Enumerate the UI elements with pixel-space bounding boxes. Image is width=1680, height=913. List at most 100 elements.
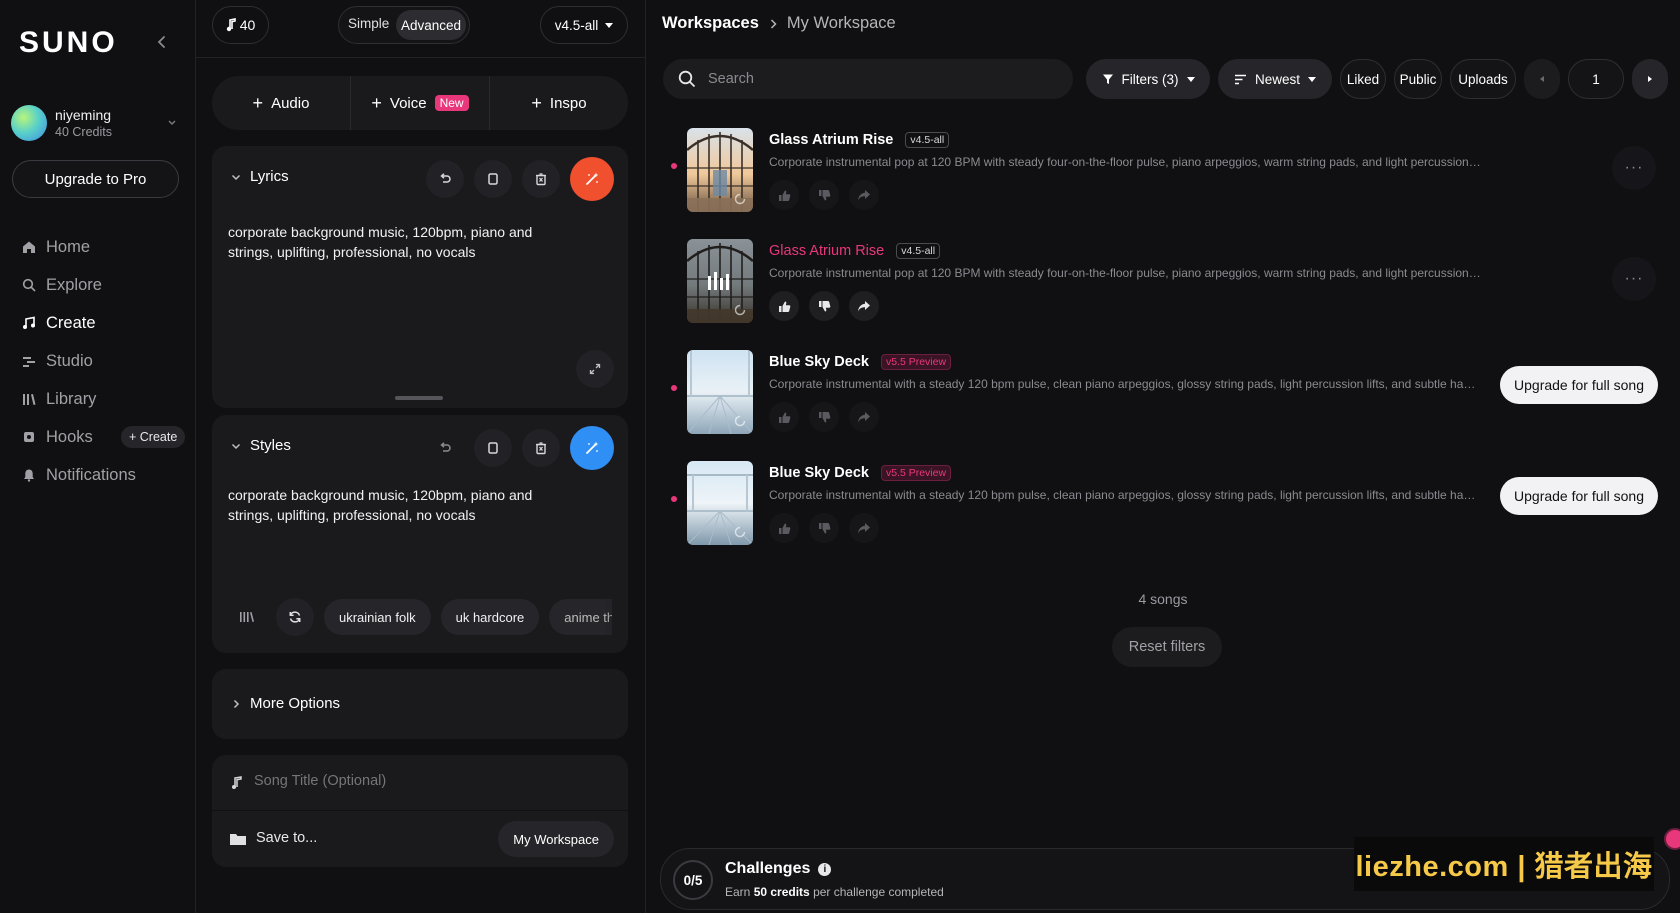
user-name: niyeming (55, 107, 112, 123)
song-description: Corporate instrumental with a steady 120… (769, 488, 1481, 502)
song-cover[interactable] (687, 350, 753, 434)
like-button[interactable] (769, 180, 799, 210)
prev-page-button[interactable] (1524, 59, 1560, 99)
suno-logo[interactable]: SUNO (19, 26, 118, 60)
sidebar-item-home[interactable]: Home (0, 228, 196, 266)
clear-button[interactable] (522, 160, 560, 198)
more-options-toggle[interactable]: More Options (230, 695, 340, 712)
user-menu[interactable]: niyeming 40 Credits (10, 102, 180, 144)
search-input[interactable] (708, 71, 1038, 87)
refresh-icon (289, 611, 301, 623)
dislike-button[interactable] (809, 291, 839, 321)
like-button[interactable] (769, 513, 799, 543)
page-number[interactable]: 1 (1568, 59, 1624, 99)
styles-text[interactable]: corporate background music, 120bpm, pian… (228, 485, 578, 525)
add-inspo-button[interactable]: + Inspo (490, 76, 628, 130)
filters-button[interactable]: Filters (3) (1086, 59, 1210, 99)
caret-down-icon (1186, 76, 1195, 82)
public-filter-button[interactable]: Public (1394, 59, 1442, 99)
like-button[interactable] (769, 291, 799, 321)
copy-button[interactable] (474, 160, 512, 198)
song-title[interactable]: Blue Sky Deck v5.5 Preview (769, 354, 952, 370)
dislike-button[interactable] (809, 402, 839, 432)
info-icon[interactable]: i (818, 862, 832, 876)
styles-toggle[interactable]: Styles (230, 437, 291, 454)
refresh-suggestions-button[interactable] (276, 598, 314, 636)
sidebar-item-notifications[interactable]: Notifications (0, 456, 196, 494)
sort-button[interactable]: Newest (1218, 59, 1332, 99)
undo-button[interactable] (426, 429, 464, 467)
song-row[interactable]: Glass Atrium Rise v4.5-all Corporate ins… (646, 120, 1680, 224)
song-cover[interactable] (687, 128, 753, 212)
resize-handle[interactable] (395, 396, 443, 400)
collapse-sidebar-icon[interactable] (152, 32, 172, 52)
model-select[interactable]: v4.5-all (540, 6, 628, 44)
song-actions (769, 402, 879, 432)
song-cover[interactable] (687, 239, 753, 323)
lyrics-text[interactable]: corporate background music, 120bpm, pian… (228, 222, 578, 262)
song-title-field[interactable] (212, 755, 628, 811)
song-row[interactable]: Blue Sky Deck v5.5 Preview Corporate ins… (646, 453, 1680, 557)
generate-styles-button[interactable] (570, 426, 614, 470)
magic-wand-icon (586, 441, 599, 454)
folder-icon (230, 834, 246, 845)
hooks-create-button[interactable]: + Create (121, 426, 186, 448)
sidebar-item-explore[interactable]: Explore (0, 266, 196, 304)
mode-advanced-tab[interactable]: Advanced (396, 10, 466, 40)
upgrade-full-song-button[interactable]: Upgrade for full song (1500, 366, 1658, 404)
song-cover[interactable] (687, 461, 753, 545)
generate-lyrics-button[interactable] (570, 157, 614, 201)
dislike-button[interactable] (809, 513, 839, 543)
upgrade-full-song-button[interactable]: Upgrade for full song (1500, 477, 1658, 515)
add-voice-label: Voice (389, 94, 427, 112)
undo-button[interactable] (426, 160, 464, 198)
more-options-card[interactable]: More Options (212, 669, 628, 739)
add-audio-button[interactable]: + Audio (212, 76, 351, 130)
liked-filter-button[interactable]: Liked (1340, 59, 1386, 99)
challenges-title-text: Challenges (725, 860, 811, 877)
floating-avatar-icon[interactable] (1664, 828, 1680, 850)
challenges-sub-credits: 50 credits (753, 885, 810, 899)
song-row[interactable]: Blue Sky Deck v5.5 Preview Corporate ins… (646, 342, 1680, 446)
breadcrumb-workspaces[interactable]: Workspaces (662, 14, 759, 33)
style-tag[interactable]: uk hardcore (440, 599, 540, 635)
song-title-input[interactable] (254, 773, 554, 789)
sidebar-item-library[interactable]: Library (0, 380, 196, 418)
plus-icon: + (531, 93, 542, 113)
style-tag[interactable]: ukrainian folk (324, 599, 431, 635)
song-title[interactable]: Glass Atrium Rise v4.5-all (769, 132, 950, 148)
sidebar-item-studio[interactable]: Studio (0, 342, 196, 380)
song-title[interactable]: Blue Sky Deck v5.5 Preview (769, 465, 952, 481)
more-options-button[interactable]: ··· (1612, 257, 1656, 301)
upgrade-to-pro-button[interactable]: Upgrade to Pro (12, 160, 179, 198)
expand-button[interactable] (576, 350, 614, 388)
reset-filters-button[interactable]: Reset filters (1112, 627, 1222, 667)
thumbs-down-icon (818, 522, 830, 533)
song-row[interactable]: Glass Atrium Rise v4.5-all Corporate ins… (646, 231, 1680, 335)
sidebar-item-hooks[interactable]: Hooks + Create (0, 418, 196, 456)
next-page-button[interactable] (1632, 59, 1668, 99)
share-button[interactable] (849, 402, 879, 432)
dislike-button[interactable] (809, 180, 839, 210)
credits-pill[interactable]: 40 (212, 6, 269, 44)
share-button[interactable] (849, 291, 879, 321)
copy-button[interactable] (474, 429, 512, 467)
more-options-button[interactable]: ··· (1612, 146, 1656, 190)
share-button[interactable] (849, 180, 879, 210)
sidebar-item-create[interactable]: Create (0, 304, 196, 342)
mode-simple-tab[interactable]: Simple (348, 16, 389, 31)
library-icon (240, 612, 254, 622)
style-library-button[interactable] (228, 598, 266, 636)
sidebar-item-label: Home (46, 237, 91, 256)
like-button[interactable] (769, 402, 799, 432)
add-voice-button[interactable]: + Voice New (351, 76, 490, 130)
style-tag[interactable]: anime them (549, 599, 612, 635)
clear-button[interactable] (522, 429, 560, 467)
lyrics-toggle[interactable]: Lyrics (230, 168, 289, 185)
workspace-select-button[interactable]: My Workspace (498, 821, 614, 857)
song-actions (769, 291, 879, 321)
equalizer-icon (708, 272, 729, 290)
uploads-filter-button[interactable]: Uploads (1450, 59, 1516, 99)
share-button[interactable] (849, 513, 879, 543)
song-title[interactable]: Glass Atrium Rise v4.5-all (769, 243, 941, 259)
